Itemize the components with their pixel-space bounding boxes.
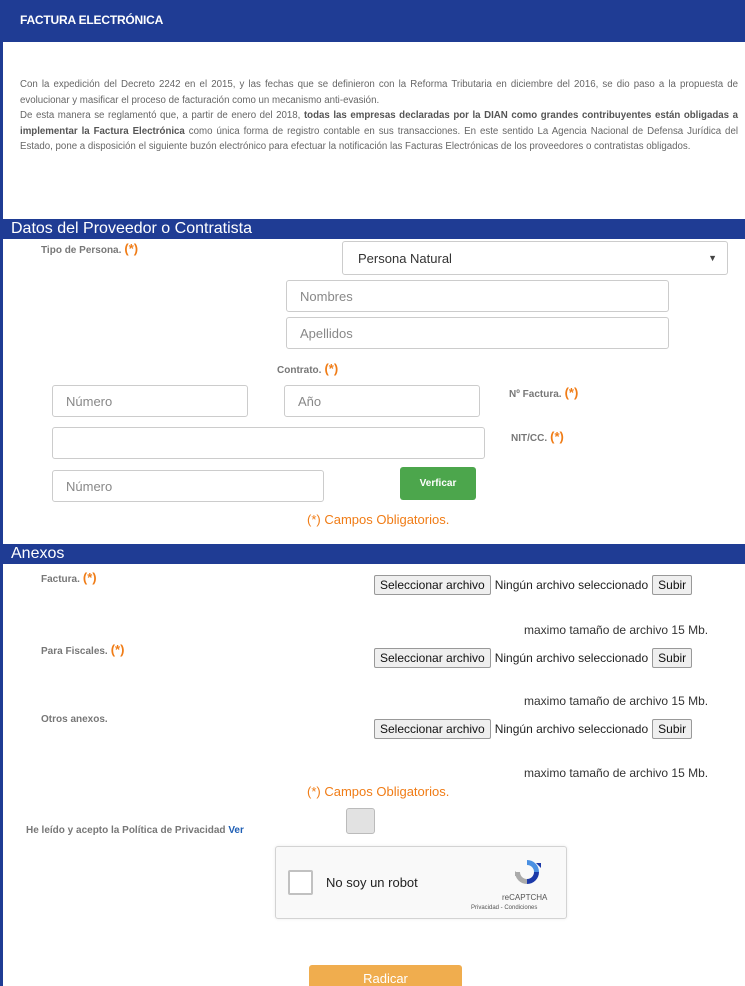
nit-numero-placeholder: Número: [66, 479, 113, 494]
page-header: FACTURA ELECTRÓNICA: [3, 0, 745, 42]
required-mark: (*): [110, 642, 125, 657]
max-size-note: maximo tamaño de archivo 15 Mb.: [524, 694, 709, 708]
select-file-button[interactable]: Seleccionar archivo: [374, 575, 491, 595]
max-size-note: maximo tamaño de archivo 15 Mb.: [524, 766, 709, 780]
anexo-factura-label-text: Factura.: [41, 574, 80, 585]
nombres-placeholder: Nombres: [300, 289, 353, 304]
upload-button[interactable]: Subir: [652, 575, 693, 595]
anexo-otros-file-row: Seleccionar archivo Ningún archivo selec…: [374, 719, 693, 739]
required-mark: (*): [324, 361, 339, 376]
contrato-numero-input[interactable]: Número: [52, 385, 248, 417]
tipo-persona-selected-value: Persona Natural: [358, 251, 452, 266]
tipo-persona-label-text: Tipo de Persona.: [41, 245, 122, 256]
privacy-checkbox[interactable]: [346, 808, 375, 834]
no-file-text: Ningún archivo seleccionado: [494, 651, 649, 665]
no-file-text: Ningún archivo seleccionado: [494, 722, 649, 736]
factura-numero-input[interactable]: [52, 427, 485, 459]
factura-numero-label: Nº Factura. (*): [509, 385, 578, 400]
recaptcha-brand: reCAPTCHA: [502, 893, 548, 902]
required-mark: (*): [82, 570, 97, 585]
section-anexos-title: Anexos: [11, 545, 65, 562]
nit-label-text: NIT/CC.: [511, 433, 548, 444]
contrato-numero-placeholder: Número: [66, 394, 113, 409]
radicar-button[interactable]: Radicar: [309, 965, 462, 986]
privacy-text: He leído y acepto la Política de Privaci…: [26, 825, 244, 836]
required-mark: (*): [124, 241, 139, 256]
intro-paragraph-2: De esta manera se reglamentó que, a part…: [20, 108, 738, 155]
intro-paragraph-1: Con la expedición del Decreto 2242 en el…: [20, 79, 738, 106]
factura-numero-label-text: Nº Factura.: [509, 389, 562, 400]
nit-label: NIT/CC. (*): [511, 429, 564, 444]
tipo-persona-select[interactable]: Persona Natural ▼: [342, 241, 728, 275]
recaptcha-widget: No soy un robot reCAPTCHA Privacidad - C…: [275, 846, 567, 919]
page-title: FACTURA ELECTRÓNICA: [20, 13, 164, 27]
privacy-ver-link[interactable]: Ver: [228, 825, 244, 836]
anexo-otros-label-text: Otros anexos.: [41, 714, 108, 725]
select-file-button[interactable]: Seleccionar archivo: [374, 719, 491, 739]
contrato-anio-placeholder: Año: [298, 394, 322, 409]
nit-numero-input[interactable]: Número: [52, 470, 324, 502]
anexo-parafiscales-label-text: Para Fiscales.: [41, 646, 108, 657]
intro-p2-start: De esta manera se reglamentó que, a part…: [20, 110, 304, 122]
verificar-button[interactable]: Verficar: [400, 467, 476, 500]
required-mark: (*): [564, 385, 579, 400]
recaptcha-terms[interactable]: Privacidad - Condiciones: [471, 905, 537, 911]
required-mark: (*): [550, 429, 564, 444]
contrato-anio-input[interactable]: Año: [284, 385, 480, 417]
no-file-text: Ningún archivo seleccionado: [494, 578, 649, 592]
apellidos-placeholder: Apellidos: [300, 326, 353, 341]
page: FACTURA ELECTRÓNICA Con la expedición de…: [0, 0, 745, 986]
contrato-label-text: Contrato.: [277, 365, 322, 376]
max-size-note: maximo tamaño de archivo 15 Mb.: [524, 623, 709, 637]
apellidos-input[interactable]: Apellidos: [286, 317, 669, 349]
privacy-label: He leído y acepto la Política de Privaci…: [26, 825, 226, 836]
anexo-parafiscales-label: Para Fiscales. (*): [41, 642, 124, 657]
campos-obligatorios-note: (*) Campos Obligatorios.: [307, 512, 450, 527]
section-proveedor-title: Datos del Proveedor o Contratista: [11, 220, 253, 237]
intro-text: Con la expedición del Decreto 2242 en el…: [20, 77, 738, 155]
anexo-otros-label: Otros anexos.: [41, 714, 108, 725]
upload-button[interactable]: Subir: [652, 648, 693, 668]
contrato-label: Contrato. (*): [277, 361, 338, 376]
tipo-persona-label: Tipo de Persona. (*): [41, 241, 138, 256]
nombres-input[interactable]: Nombres: [286, 280, 669, 312]
anexos-obligatorios-note: (*) Campos Obligatorios.: [307, 784, 450, 799]
anexo-factura-file-row: Seleccionar archivo Ningún archivo selec…: [374, 575, 693, 595]
section-anexos: Anexos: [3, 544, 745, 564]
recaptcha-label: No soy un robot: [326, 875, 418, 890]
chevron-down-icon: ▼: [708, 253, 717, 263]
upload-button[interactable]: Subir: [652, 719, 693, 739]
select-file-button[interactable]: Seleccionar archivo: [374, 648, 491, 668]
anexo-factura-label: Factura. (*): [41, 570, 97, 585]
recaptcha-logo-icon: [515, 860, 541, 884]
section-proveedor: Datos del Proveedor o Contratista: [3, 219, 745, 239]
anexo-parafiscales-file-row: Seleccionar archivo Ningún archivo selec…: [374, 648, 693, 668]
recaptcha-checkbox[interactable]: [288, 870, 313, 895]
